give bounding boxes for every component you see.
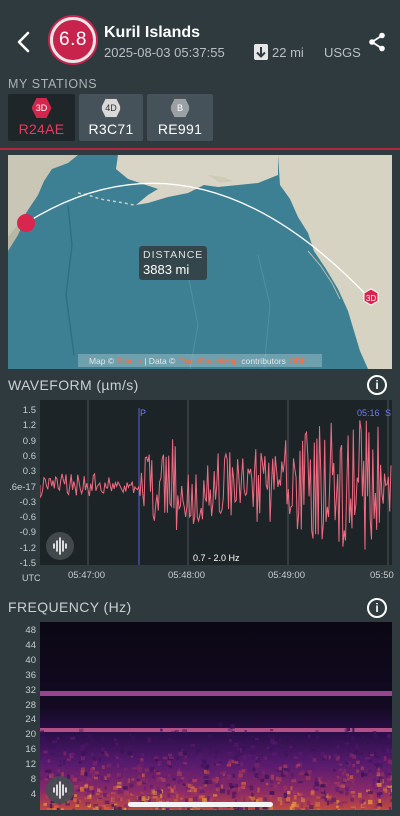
- waveform-sound-icon[interactable]: [46, 532, 74, 560]
- s-wave-marker-label: S: [385, 408, 392, 418]
- home-indicator[interactable]: [128, 802, 273, 807]
- y-tick-label: -0.3: [19, 496, 36, 508]
- stations-label: MY STATIONS: [8, 77, 98, 91]
- map-attribution: Map © Stadia | Data © OpenStreetMap cont…: [78, 354, 322, 367]
- attribution-link-odbl[interactable]: ODbL: [289, 356, 311, 366]
- x-tick-label: 05:50: [370, 570, 394, 581]
- y-tick-label: -1.2: [19, 542, 36, 554]
- info-icon[interactable]: i: [367, 598, 387, 618]
- y-tick-label: 8: [30, 774, 36, 785]
- y-tick-label: 44: [25, 639, 36, 651]
- y-tick-label: 0.6: [22, 450, 36, 462]
- station-tab-r24ae[interactable]: 3D R24AE: [8, 94, 75, 141]
- attribution-text: Map ©: [88, 355, 115, 366]
- spectrogram-sound-icon[interactable]: [46, 776, 74, 804]
- station-code: RE991: [157, 121, 203, 137]
- attribution-text: | Data ©: [144, 355, 176, 366]
- y-tick-label: 32: [25, 684, 36, 696]
- map-station-badge: 3D: [365, 294, 377, 303]
- waveform-plot[interactable]: [39, 400, 392, 565]
- y-tick-label: 16: [25, 744, 36, 756]
- spectrogram-plot[interactable]: [40, 622, 392, 810]
- y-tick-label: -0.9: [19, 527, 36, 539]
- x-tick-label: 05:47:00: [68, 570, 105, 581]
- station-badge: 3D: [31, 98, 52, 118]
- waveform-trace: [39, 400, 392, 565]
- waveform-line: [39, 420, 392, 550]
- spectrogram-graphic: [40, 622, 392, 810]
- attribution-link-stadia[interactable]: Stadia: [117, 356, 141, 366]
- y-tick-label: .6e-17: [9, 481, 36, 493]
- sound-wave-icon: [53, 537, 67, 555]
- p-wave-marker: P: [140, 408, 147, 418]
- selection-divider: [0, 148, 400, 150]
- y-tick-label: -1.5: [19, 558, 36, 569]
- station-badge: 4D: [101, 98, 121, 118]
- attribution-link-osm[interactable]: OpenStreetMap: [178, 356, 238, 366]
- frequency-title: FREQUENCY (Hz): [8, 599, 132, 615]
- event-depth: 22 mi: [272, 45, 304, 60]
- magnitude-badge: 6.8: [50, 17, 96, 63]
- y-tick-label: 28: [25, 699, 36, 711]
- chevron-left-icon[interactable]: [14, 30, 34, 54]
- y-tick-label: 1.2: [22, 420, 36, 432]
- y-tick-label: 24: [25, 714, 36, 726]
- info-icon[interactable]: i: [367, 375, 387, 395]
- x-axis-unit: UTC: [22, 573, 41, 583]
- distance-label: DISTANCE: [143, 249, 204, 261]
- station-tab-re991[interactable]: B RE991: [147, 94, 213, 141]
- attribution-text: contributors: [241, 355, 286, 366]
- station-badge: B: [170, 98, 190, 118]
- event-datetime: 2025-08-03 05:37:55: [104, 45, 225, 60]
- filter-label: 0.7 - 2.0 Hz: [189, 552, 244, 564]
- x-tick-label: 05:49:00: [268, 570, 305, 581]
- y-tick-label: 0.3: [22, 466, 36, 478]
- x-tick-label: 05:48:00: [168, 570, 205, 581]
- event-source: USGS: [324, 45, 361, 60]
- share-icon[interactable]: [368, 32, 386, 52]
- y-tick-label: 1.5: [22, 405, 36, 416]
- sound-wave-icon: [53, 781, 67, 799]
- y-tick-label: 12: [25, 759, 36, 771]
- station-code: R3C71: [88, 121, 134, 137]
- s-wave-marker: 05:16: [357, 408, 380, 418]
- station-code: R24AE: [18, 121, 65, 137]
- y-tick-label: 36: [25, 669, 36, 681]
- y-tick-label: 0.9: [22, 435, 36, 447]
- station-tab-r3c71[interactable]: 4D R3C71: [79, 94, 143, 141]
- y-tick-label: 48: [25, 625, 36, 636]
- y-tick-label: 40: [25, 654, 36, 666]
- y-tick-label: -0.6: [19, 512, 36, 524]
- distance-value: 3883 mi: [143, 262, 190, 277]
- event-title: Kuril Islands: [104, 24, 201, 41]
- depth-arrow-icon: [254, 44, 268, 60]
- y-tick-label: 20: [25, 729, 36, 741]
- waveform-title: WAVEFORM (µm/s): [8, 377, 139, 393]
- y-tick-label: 4: [30, 788, 36, 800]
